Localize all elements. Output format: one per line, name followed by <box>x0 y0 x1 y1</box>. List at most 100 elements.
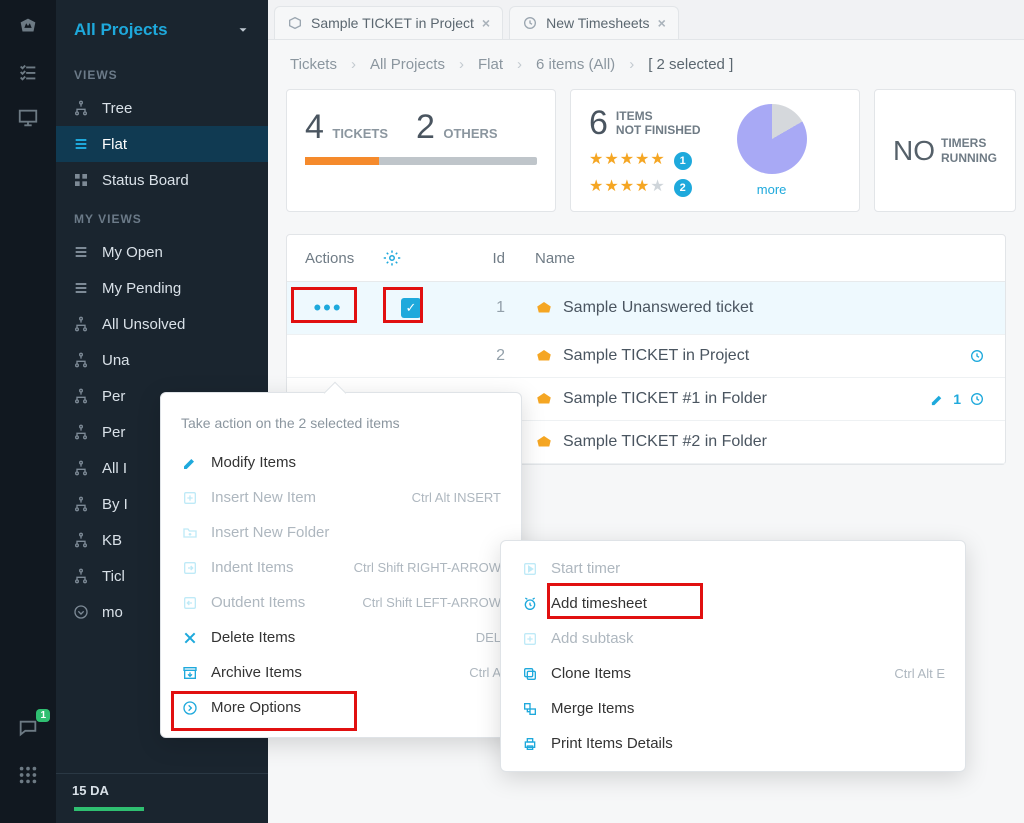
close-icon[interactable]: × <box>482 15 490 31</box>
arrow-right-circle-icon <box>181 700 199 716</box>
sidebar-item-statusboard[interactable]: Status Board <box>56 162 268 198</box>
list-icon <box>72 135 90 153</box>
items-label-2: NOT FINISHED <box>616 124 701 137</box>
menu-clone-items[interactable]: Clone Items Ctrl Alt E <box>501 656 965 691</box>
menu-add-subtask[interactable]: Add subtask <box>501 621 965 656</box>
table-header-id[interactable]: Id <box>439 250 535 267</box>
row-name-text: Sample Unanswered ticket <box>563 299 753 317</box>
breadcrumb: Tickets › All Projects › Flat › 6 items … <box>268 40 1024 89</box>
apps-grid-icon[interactable] <box>14 761 42 789</box>
ticket-icon <box>535 433 553 451</box>
crumb-allprojects[interactable]: All Projects <box>370 56 445 73</box>
keyboard-shortcut: Ctrl Alt INSERT <box>412 490 501 505</box>
tree-icon <box>72 531 90 549</box>
menu-insert-item[interactable]: Insert New Item Ctrl Alt INSERT <box>161 480 521 515</box>
play-icon <box>521 561 539 577</box>
chevron-right-icon: › <box>629 56 634 73</box>
gear-icon[interactable] <box>383 249 439 267</box>
sidebar-item-myopen[interactable]: My Open <box>56 234 268 270</box>
more-link[interactable]: more <box>757 182 787 197</box>
tickets-icon[interactable] <box>14 12 42 40</box>
menu-label: Insert New Folder <box>211 524 329 541</box>
menu-start-timer[interactable]: Start timer <box>501 551 965 586</box>
print-icon <box>521 736 539 752</box>
close-icon[interactable]: × <box>658 15 666 31</box>
presentation-icon[interactable] <box>14 104 42 132</box>
delete-icon <box>181 630 199 646</box>
table-row[interactable]: 2 Sample TICKET in Project <box>287 335 1005 378</box>
crumb-items[interactable]: 6 items (All) <box>536 56 615 73</box>
row-actions-button[interactable]: ••• <box>303 294 353 322</box>
tab-bar: Sample TICKET in Project × New Timesheet… <box>268 0 1024 40</box>
tab-new-timesheets[interactable]: New Timesheets × <box>509 6 679 39</box>
menu-modify-items[interactable]: Modify Items <box>161 445 521 480</box>
menu-label: Merge Items <box>551 700 634 717</box>
items-label-1: ITEMS <box>616 110 701 123</box>
sidebar-item-flat[interactable]: Flat <box>56 126 268 162</box>
insert-folder-icon <box>181 525 199 541</box>
rating-4-stars: ★★★★★2 <box>589 176 701 197</box>
crumb-flat[interactable]: Flat <box>478 56 503 73</box>
sidebar-item-label: Tree <box>102 100 132 117</box>
project-selector[interactable]: All Projects <box>74 20 168 40</box>
row-name-text: Sample TICKET #2 in Folder <box>563 433 767 451</box>
sidebar-item-label: Per <box>102 424 125 441</box>
menu-insert-folder[interactable]: Insert New Folder <box>161 515 521 550</box>
crumb-selected: [ 2 selected ] <box>648 56 733 73</box>
tree-icon <box>72 495 90 513</box>
tab-sample-ticket[interactable]: Sample TICKET in Project × <box>274 6 503 39</box>
archive-icon <box>181 665 199 681</box>
tree-icon <box>72 459 90 477</box>
menu-label: Add subtask <box>551 630 634 647</box>
menu-label: Clone Items <box>551 665 631 682</box>
table-header-name[interactable]: Name <box>535 250 995 267</box>
checklist-icon[interactable] <box>14 58 42 86</box>
table-row[interactable]: ••• ✓ 1 Sample Unanswered ticket <box>287 282 1005 335</box>
menu-merge-items[interactable]: Merge Items <box>501 691 965 726</box>
ticket-icon <box>535 347 553 365</box>
pencil-icon <box>181 455 199 471</box>
menu-label: Add timesheet <box>551 595 647 612</box>
alarm-icon <box>521 596 539 612</box>
tickets-count: 4 <box>305 108 324 146</box>
tree-icon <box>72 351 90 369</box>
chat-icon[interactable]: 1 <box>14 715 42 743</box>
menu-label: Outdent Items <box>211 594 305 611</box>
sidebar-item-label: Status Board <box>102 172 189 189</box>
sidebar-item-label: Per <box>102 388 125 405</box>
list-icon <box>72 243 90 261</box>
tab-label: Sample TICKET in Project <box>311 15 474 31</box>
menu-archive-items[interactable]: Archive Items Ctrl A <box>161 655 521 690</box>
views-section-label: VIEWS <box>56 54 268 90</box>
menu-label: Insert New Item <box>211 489 316 506</box>
sidebar-item-tree[interactable]: Tree <box>56 90 268 126</box>
menu-delete-items[interactable]: Delete Items DEL <box>161 620 521 655</box>
edit-count: 1 <box>953 391 961 407</box>
clock-icon <box>969 348 985 364</box>
row-checkbox[interactable]: ✓ <box>401 298 421 318</box>
sidebar-item-allunsolved[interactable]: All Unsolved <box>56 306 268 342</box>
sidebar-item-label: By I <box>102 496 128 513</box>
menu-outdent-items[interactable]: Outdent Items Ctrl Shift LEFT-ARROW <box>161 585 521 620</box>
chat-badge: 1 <box>36 709 50 722</box>
sidebar-item-mypending[interactable]: My Pending <box>56 270 268 306</box>
merge-icon <box>521 701 539 717</box>
tickets-label: TICKETS <box>332 126 388 141</box>
menu-more-options[interactable]: More Options <box>161 690 521 725</box>
no-text: NO <box>893 135 935 167</box>
menu-indent-items[interactable]: Indent Items Ctrl Shift RIGHT-ARROW <box>161 550 521 585</box>
sidebar-item-label: My Open <box>102 244 163 261</box>
crumb-tickets[interactable]: Tickets <box>290 56 337 73</box>
tickets-progress-bar <box>305 157 537 165</box>
sidebar-item-label: Una <box>102 352 130 369</box>
menu-add-timesheet[interactable]: Add timesheet <box>501 586 965 621</box>
trial-days-remaining[interactable]: 15 DA <box>56 774 268 807</box>
sidebar-item-label: Ticl <box>102 568 125 585</box>
menu-print-items[interactable]: Print Items Details <box>501 726 965 761</box>
sidebar-item-label: mo <box>102 604 123 621</box>
menu-label: Indent Items <box>211 559 294 576</box>
sidebar-item-una[interactable]: Una <box>56 342 268 378</box>
row-id: 2 <box>439 347 535 365</box>
chevron-down-icon[interactable] <box>236 23 250 37</box>
trial-days-label: 15 DA <box>72 783 109 798</box>
